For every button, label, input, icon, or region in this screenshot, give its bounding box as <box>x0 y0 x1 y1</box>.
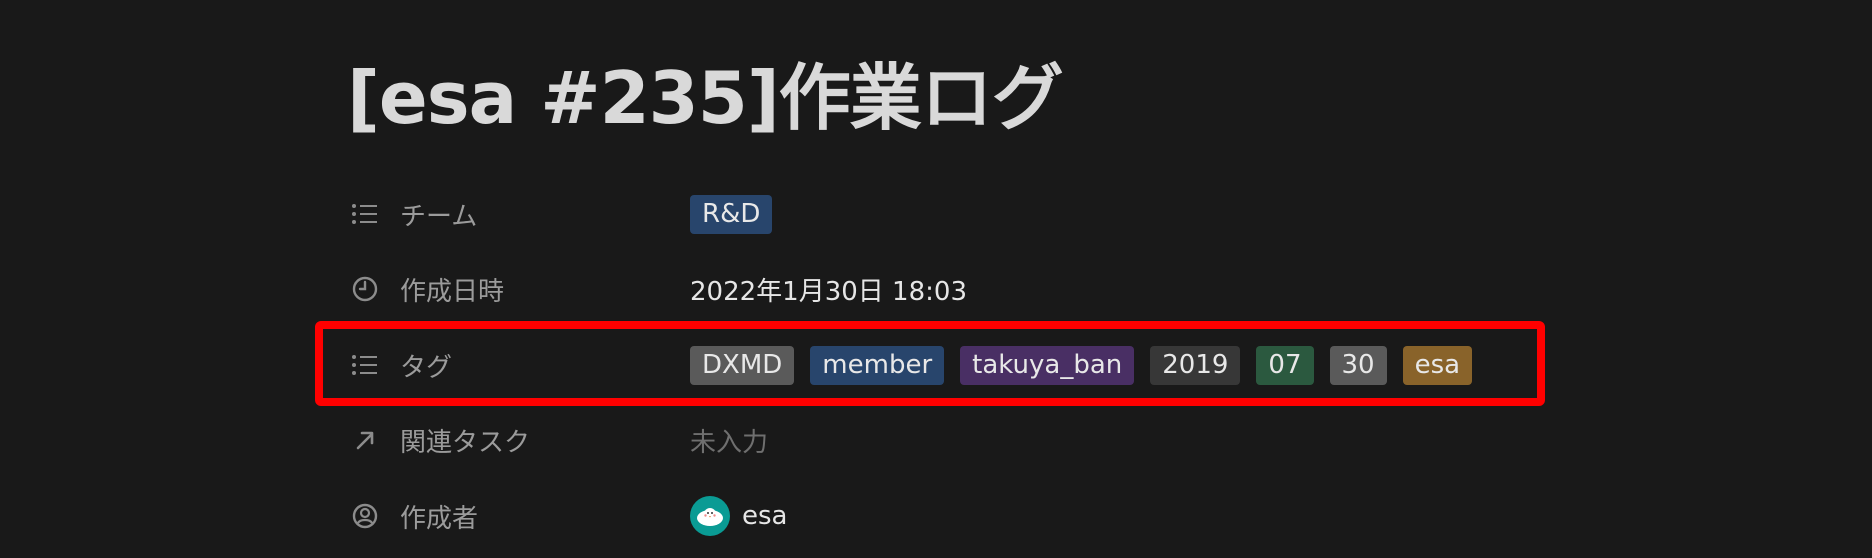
tag-chip-takuya-ban[interactable]: takuya_ban <box>960 345 1135 385</box>
list-icon <box>350 199 380 229</box>
clock-icon <box>350 274 380 304</box>
property-row-created-time[interactable]: 作成日時 2022年1月30日 18:03 <box>350 259 1510 319</box>
property-label: タグ <box>400 352 453 383</box>
property-value-created-time[interactable]: 2022年1月30日 18:03 <box>690 271 967 308</box>
property-value-tags[interactable]: DXMD member takuya_ban 2019 07 30 esa <box>690 345 1488 385</box>
tag-chip-2019[interactable]: 2019 <box>1150 345 1241 385</box>
tag-chip-member[interactable]: member <box>810 345 945 385</box>
property-value-team[interactable]: R&D <box>690 194 788 234</box>
property-row-team[interactable]: チーム R&D <box>350 184 1510 244</box>
property-label: チーム <box>400 201 478 232</box>
person-circle-icon <box>350 501 380 531</box>
property-row-creator[interactable]: 作成者 esa <box>350 486 1510 546</box>
tag-chip-30[interactable]: 30 <box>1329 345 1387 385</box>
tag-chip[interactable]: R&D <box>690 194 773 234</box>
tag-chip-esa[interactable]: esa <box>1402 345 1473 385</box>
property-label: 作成日時 <box>400 276 505 307</box>
property-name-related-task[interactable]: 関連タスク <box>350 422 690 459</box>
tag-chip-07[interactable]: 07 <box>1256 345 1314 385</box>
page-title[interactable]: [esa #235]作業ログ <box>347 48 1064 148</box>
creator-name[interactable]: esa <box>742 501 787 531</box>
property-name-creator[interactable]: 作成者 <box>350 498 690 535</box>
page: [esa #235]作業ログ チーム R&D 作成日時 2022年1月30日 1… <box>0 0 1872 558</box>
arrow-up-right-icon <box>350 425 380 455</box>
property-label: 作成者 <box>400 503 479 534</box>
property-row-tags[interactable]: タグ DXMD member takuya_ban 2019 07 30 esa <box>350 335 1510 395</box>
property-value-creator[interactable]: esa <box>690 496 787 536</box>
property-name-team[interactable]: チーム <box>350 196 690 233</box>
tag-chip-dxmd[interactable]: DXMD <box>690 345 795 385</box>
esa-avatar-icon <box>690 496 730 536</box>
property-row-related-task[interactable]: 関連タスク 未入力 <box>350 410 1510 470</box>
property-value-related-task[interactable]: 未入力 <box>690 422 768 459</box>
property-name-created-time[interactable]: 作成日時 <box>350 271 690 308</box>
property-name-tags[interactable]: タグ <box>350 347 690 384</box>
property-label: 関連タスク <box>400 427 531 458</box>
list-icon <box>350 350 380 380</box>
